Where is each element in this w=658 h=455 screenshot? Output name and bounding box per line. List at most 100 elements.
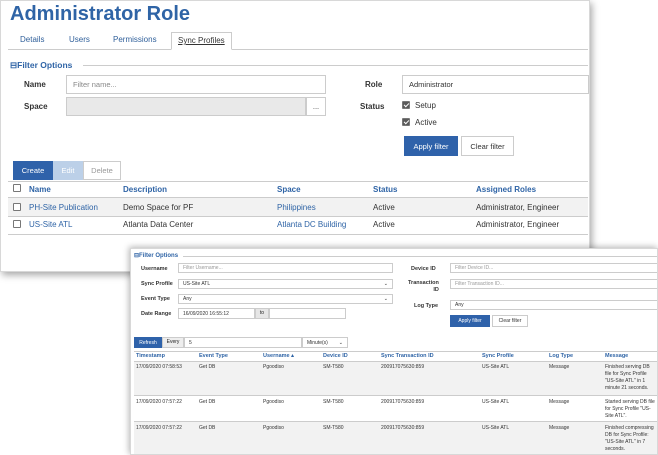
log-type-value: Any [455,302,464,308]
transaction-id-input[interactable]: Filter Transaction ID... [450,279,657,289]
log-type-select[interactable]: Any [450,300,657,310]
status-label: Status [360,102,385,111]
date-from-input[interactable]: 16/09/2020 16:55:12 [178,308,255,319]
date-range-label: Date Range [141,311,172,317]
transaction-id-label: Transaction ID [408,280,439,294]
row-name-link[interactable]: US-Site ATL [29,220,72,229]
row-checkbox[interactable] [13,220,21,228]
row-device-id: SM-T580 [323,399,344,405]
role-details-panel: Administrator Role Details Users Permiss… [0,0,590,272]
refresh-unit-select[interactable]: Minute(s) ⌄ [302,337,348,348]
edit-button[interactable]: Edit [53,161,83,180]
status-setup-label: Setup [415,101,436,110]
every-label: Every [162,337,184,348]
device-id-label: Device ID [411,266,436,272]
filter-options-title: Filter Options [17,60,73,70]
log-type-label: Log Type [414,303,439,309]
row-checkbox[interactable] [13,203,21,211]
column-header-sync-profile[interactable]: Sync Profile [482,353,514,359]
refresh-unit-value: Minute(s) [307,339,328,346]
row-log-type: Message [549,364,570,370]
row-status: Active [373,203,395,212]
column-header-log-type[interactable]: Log Type [549,353,573,359]
row-device-id: SM-T580 [323,425,344,431]
row-message: Finished serving DB file for Sync Profil… [605,364,650,391]
chevron-down-icon: ⌄ [338,339,343,346]
column-header-message[interactable]: Message [605,353,628,359]
select-all-checkbox[interactable] [13,184,21,192]
role-label: Role [365,80,383,89]
chevron-down-icon: ⌄ [383,281,388,287]
table-row[interactable]: 17/09/2020 07:58:53 Get DB Pgoodiso SM-T… [134,362,657,395]
username-label: Username [141,266,168,272]
row-space-link[interactable]: Atlanta DC Building [277,220,346,229]
row-name-link[interactable]: PH-Site Publication [29,203,98,212]
clear-filter-button[interactable]: Clear filter [492,315,528,327]
row-roles: Administrator, Engineer [476,220,560,229]
date-to-label: to [255,308,269,319]
column-header-name[interactable]: Name [29,185,51,194]
transaction-label-line1: Transaction [408,280,439,286]
sync-profile-label: Sync Profile [141,281,173,287]
tab-permissions[interactable]: Permissions [113,33,157,47]
row-sync-profile: US-Site ATL [482,399,510,405]
row-status: Active [373,220,395,229]
tab-sync-profiles[interactable]: Sync Profiles [171,32,232,50]
filter-options-title: Filter Options [139,253,179,259]
row-transaction-id: 200917075630:859 [381,399,425,405]
column-header-sync-transaction-id[interactable]: Sync Transaction ID [381,353,434,359]
event-type-label: Event Type [141,296,170,302]
table-row[interactable]: 17/09/2020 07:57:22 Get DB Pgoodiso SM-T… [134,422,657,454]
sync-profile-value: US-Site ATL [183,281,211,287]
filter-options-header[interactable]: ⊟Filter Options [10,60,72,71]
device-id-input[interactable]: Filter Device ID... [450,263,657,273]
date-from-value: 16/09/2020 16:55:12 [183,310,229,317]
username-filter-input[interactable]: Filter Username... [178,263,393,273]
status-active-label: Active [415,118,437,127]
role-input[interactable]: Administrator [402,75,589,94]
row-description: Demo Space for PF [123,203,194,212]
filter-options-header[interactable]: ⊟Filter Options [134,252,178,259]
refresh-button[interactable]: Refresh [134,337,162,348]
row-space-link[interactable]: Philippines [277,203,316,212]
column-header-username[interactable]: Username ▴ [263,353,294,359]
apply-filter-button[interactable]: Apply filter [450,315,490,327]
row-description: Atlanta Data Center [123,220,194,229]
row-transaction-id: 200917075630:859 [381,425,425,431]
row-username: Pgoodiso [263,425,284,431]
column-header-space[interactable]: Space [277,185,301,194]
role-value: Administrator [409,80,454,89]
date-to-input[interactable] [269,308,346,319]
apply-filter-button[interactable]: Apply filter [404,136,458,156]
device-id-placeholder: Filter Device ID... [455,265,494,271]
tab-details[interactable]: Details [20,33,44,47]
column-header-device-id[interactable]: Device ID [323,353,348,359]
column-header-assigned-roles[interactable]: Assigned Roles [476,185,536,194]
chevron-down-icon: ⌄ [383,296,388,302]
sync-profile-select[interactable]: US-Site ATL ⌄ [178,279,393,289]
column-header-status[interactable]: Status [373,185,397,194]
column-header-description[interactable]: Description [123,185,167,194]
column-header-timestamp[interactable]: Timestamp [136,353,165,359]
row-sync-profile: US-Site ATL [482,364,510,370]
row-device-id: SM-T580 [323,364,344,370]
table-row[interactable]: PH-Site Publication Demo Space for PF Ph… [8,198,588,216]
name-placeholder: Filter name... [73,80,117,89]
space-browse-button[interactable]: ... [306,97,326,116]
row-log-type: Message [549,425,570,431]
status-setup-checkbox[interactable] [402,101,410,109]
table-row[interactable]: US-Site ATL Atlanta Data Center Atlanta … [8,217,588,235]
create-button[interactable]: Create [13,161,53,180]
status-active-checkbox[interactable] [402,118,410,126]
row-timestamp: 17/09/2020 07:57:22 [136,425,182,431]
clear-filter-button[interactable]: Clear filter [461,136,514,156]
transaction-label-line2: ID [433,287,439,293]
delete-button[interactable]: Delete [83,161,121,180]
name-filter-input[interactable]: Filter name... [66,75,326,94]
space-label: Space [24,102,48,111]
tab-users[interactable]: Users [69,33,90,47]
refresh-interval-input[interactable]: 5 [184,337,302,348]
column-header-event-type[interactable]: Event Type [199,353,228,359]
table-row[interactable]: 17/09/2020 07:57:22 Get DB Pgoodiso SM-T… [134,396,657,421]
event-type-select[interactable]: Any ⌄ [178,294,393,304]
